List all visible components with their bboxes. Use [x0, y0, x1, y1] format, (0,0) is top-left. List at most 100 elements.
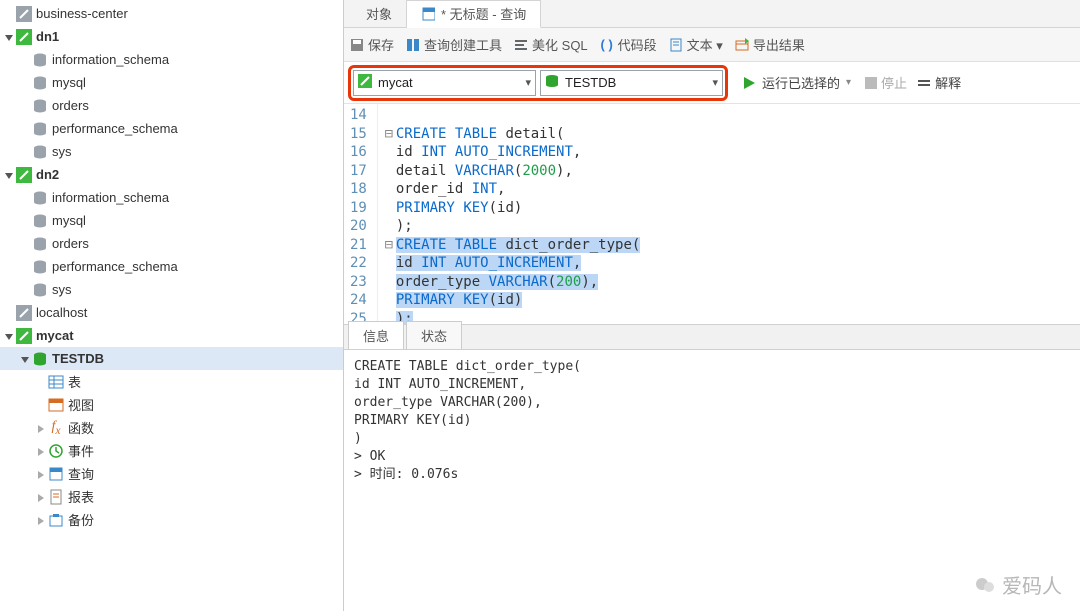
- tree-item[interactable]: mysql: [0, 209, 343, 232]
- tree-chevron: [36, 491, 48, 503]
- main-area: 对象* 无标题 - 查询 保存 查询创建工具美化 SQL ( ) 代码段文本 ▾ 导出结…: [344, 0, 1080, 611]
- tree-item[interactable]: orders: [0, 232, 343, 255]
- tree-chevron: [20, 123, 32, 135]
- result-tab[interactable]: 信息: [348, 321, 404, 349]
- result-tab[interactable]: 状态: [406, 321, 462, 349]
- database-icon: [32, 213, 48, 229]
- chevron-down-icon: ▾: [712, 76, 718, 89]
- result-body: CREATE TABLE dict_order_type( id INT AUT…: [344, 350, 1080, 611]
- save-icon: [350, 38, 364, 52]
- run-selected-button[interactable]: 运行已选择的 ▾: [742, 73, 851, 92]
- tree-label: orders: [52, 98, 89, 113]
- tree-item[interactable]: sys: [0, 278, 343, 301]
- tree-chevron: [4, 8, 16, 20]
- tree-item[interactable]: TESTDB: [0, 347, 343, 370]
- tree-item[interactable]: 查询: [0, 462, 343, 485]
- tree-item[interactable]: performance_schema: [0, 117, 343, 140]
- tree-chevron: [20, 77, 32, 89]
- editor-tab[interactable]: 对象: [352, 0, 407, 28]
- tree-item[interactable]: localhost: [0, 301, 343, 324]
- tree-item[interactable]: fx函数: [0, 416, 343, 439]
- tree-label: information_schema: [52, 190, 169, 205]
- connection-name: mycat: [378, 75, 519, 90]
- tree-label: dn1: [36, 29, 59, 44]
- tree-label: 函数: [68, 418, 94, 437]
- connection-green-icon: [16, 167, 32, 183]
- connection-green-icon: [16, 29, 32, 45]
- query-icon: [48, 466, 64, 482]
- connection-green-icon: [16, 328, 32, 344]
- toolbar-button[interactable]: 保存: [350, 35, 394, 54]
- tree-item[interactable]: mysql: [0, 71, 343, 94]
- toolbar-button[interactable]: 美化 SQL: [514, 35, 588, 54]
- fx-icon: fx: [48, 420, 64, 436]
- database-icon: [32, 236, 48, 252]
- tree-item[interactable]: dn1: [0, 25, 343, 48]
- database-name: TESTDB: [565, 75, 706, 90]
- tree-item[interactable]: information_schema: [0, 186, 343, 209]
- toolbar-button[interactable]: 查询创建工具: [406, 35, 502, 54]
- toolbar-button[interactable]: 导出结果: [735, 35, 805, 54]
- export-icon: [735, 38, 749, 52]
- toolbar-button[interactable]: ( ) 代码段: [600, 35, 657, 54]
- toolbar-button[interactable]: 文本 ▾: [669, 35, 723, 54]
- editor-toolbar: 保存 查询创建工具美化 SQL ( ) 代码段文本 ▾ 导出结果: [344, 28, 1080, 62]
- database-icon: [32, 282, 48, 298]
- play-icon: [742, 76, 756, 90]
- tree-chevron: [36, 399, 48, 411]
- chevron-down-icon: ▾: [525, 76, 531, 89]
- tree-item[interactable]: 事件: [0, 439, 343, 462]
- chevron-down-icon: ▾: [846, 77, 851, 88]
- database-icon: [32, 190, 48, 206]
- toolbar-label: 查询创建工具: [424, 35, 502, 54]
- tree-label: information_schema: [52, 52, 169, 67]
- tree-chevron: [4, 31, 16, 43]
- database-selector[interactable]: TESTDB ▾: [540, 70, 723, 96]
- tree-label: 事件: [68, 441, 94, 460]
- tree-item[interactable]: dn2: [0, 163, 343, 186]
- tree-label: mycat: [36, 328, 74, 343]
- tree-chevron: [20, 215, 32, 227]
- tree-chevron: [20, 146, 32, 158]
- tree-label: sys: [52, 144, 72, 159]
- tree-label: 报表: [68, 487, 94, 506]
- database-icon: [32, 259, 48, 275]
- code-editor[interactable]: 141516171819202122232425 ⊟CREATE TABLE d…: [344, 104, 1080, 324]
- tree-chevron: [20, 100, 32, 112]
- tree-label: 备份: [68, 510, 94, 529]
- database-icon: [32, 52, 48, 68]
- table-icon: [48, 374, 64, 390]
- tree-chevron: [4, 169, 16, 181]
- beautify-icon: [514, 38, 528, 52]
- brackets-icon: ( ): [600, 38, 614, 52]
- tree-item[interactable]: orders: [0, 94, 343, 117]
- editor-code[interactable]: ⊟CREATE TABLE detail( id INT AUTO_INCREM…: [378, 104, 646, 324]
- tree-label: 表: [68, 372, 81, 391]
- view-icon: [48, 397, 64, 413]
- tree-chevron: [20, 238, 32, 250]
- tree-item[interactable]: performance_schema: [0, 255, 343, 278]
- editor-tab[interactable]: * 无标题 - 查询: [407, 0, 541, 28]
- tree-item[interactable]: mycat: [0, 324, 343, 347]
- text-icon: [669, 38, 683, 52]
- explain-icon: [917, 76, 931, 90]
- tree-chevron: [20, 192, 32, 204]
- tree-chevron: [4, 307, 16, 319]
- tree-item[interactable]: sys: [0, 140, 343, 163]
- tree-label: business-center: [36, 6, 128, 21]
- stop-button[interactable]: 停止: [865, 73, 907, 92]
- tree-item[interactable]: 报表: [0, 485, 343, 508]
- toolbar-label: 代码段: [618, 35, 657, 54]
- connection-selector[interactable]: mycat ▾: [353, 70, 536, 96]
- tree-item[interactable]: 表: [0, 370, 343, 393]
- tree-chevron: [20, 54, 32, 66]
- tree-chevron: [36, 422, 48, 434]
- tree-item[interactable]: 视图: [0, 393, 343, 416]
- tree-item[interactable]: 备份: [0, 508, 343, 531]
- editor-gutter: 141516171819202122232425: [344, 104, 378, 324]
- tree-item[interactable]: information_schema: [0, 48, 343, 71]
- tree-item[interactable]: business-center: [0, 2, 343, 25]
- query-icon: [421, 7, 435, 21]
- explain-button[interactable]: 解释: [917, 73, 961, 92]
- tree-label: mysql: [52, 213, 86, 228]
